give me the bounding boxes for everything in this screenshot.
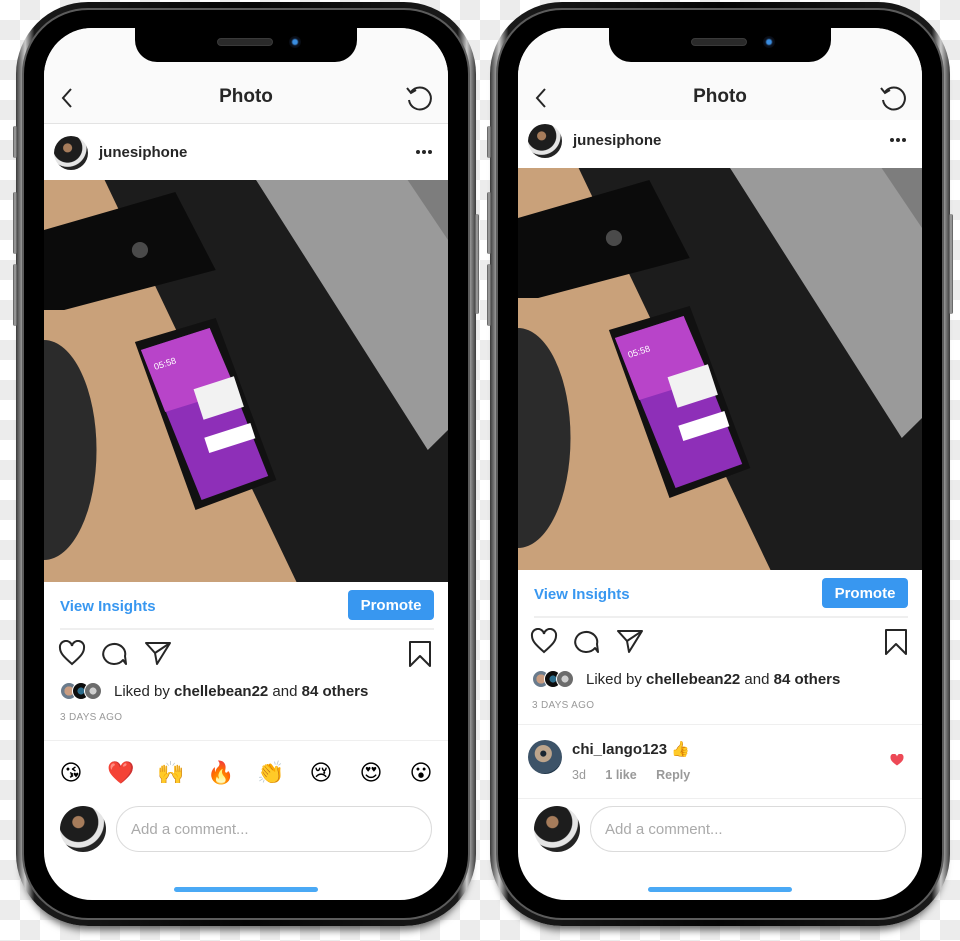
notch [135, 28, 357, 62]
commenter-username[interactable]: chi_lango123 [572, 741, 667, 758]
reaction-heart-eyes[interactable]: 😍 [354, 761, 388, 786]
speaker-grille [217, 38, 273, 46]
likes-row: Liked by chellebean22 and 84 others [532, 670, 912, 692]
photo-illustration: 05:58 [518, 168, 922, 570]
likes-prefix: Liked by [114, 683, 175, 700]
reaction-clap[interactable]: 👏 [254, 761, 288, 786]
share-icon[interactable] [616, 628, 644, 654]
speaker-grille [691, 38, 747, 46]
comment-icon[interactable] [573, 628, 601, 654]
bookmark-icon[interactable] [884, 628, 908, 656]
post-photo[interactable]: 05:58 [518, 168, 922, 570]
reaction-kiss[interactable]: 😘 [54, 761, 88, 786]
side-button [475, 214, 479, 314]
author-username[interactable]: junesiphone [99, 144, 187, 161]
likes-prefix: Liked by [586, 671, 647, 688]
home-indicator[interactable] [174, 887, 318, 892]
view-insights-link[interactable]: View Insights [534, 586, 630, 603]
comment-age: 3d [572, 768, 586, 782]
liker-username[interactable]: chellebean22 [646, 671, 740, 688]
comment-header: chi_lango123 👍 [572, 740, 690, 758]
post-photo[interactable]: 05:58 [44, 180, 448, 582]
volume-up-button [13, 192, 17, 254]
add-comment-row [518, 804, 922, 854]
promote-button[interactable]: Promote [822, 578, 908, 608]
divider [60, 628, 434, 630]
likes-summary[interactable]: Liked by chellebean22 and 84 others [586, 671, 840, 688]
volume-up-button [487, 192, 491, 254]
notch [609, 28, 831, 62]
comment-input[interactable] [590, 806, 906, 852]
promote-button[interactable]: Promote [348, 590, 434, 620]
insights-bar: View Insights Promote [518, 570, 922, 616]
reaction-cry[interactable]: 😢 [304, 761, 338, 786]
post-header: junesiphone [518, 120, 922, 168]
reaction-fire[interactable]: 🔥 [204, 761, 238, 786]
author-avatar[interactable] [528, 124, 562, 158]
heart-icon[interactable] [58, 640, 86, 666]
liker-avatar [556, 670, 574, 688]
divider [44, 740, 448, 741]
insights-bar: View Insights Promote [44, 582, 448, 628]
page-title: Photo [693, 86, 747, 107]
more-horizontal-icon[interactable] [414, 144, 434, 160]
reaction-raised-hands[interactable]: 🙌 [154, 761, 188, 786]
likes-count[interactable]: 84 others [302, 683, 369, 700]
front-camera [763, 36, 775, 48]
likes-summary[interactable]: Liked by chellebean22 and 84 others [114, 683, 368, 700]
refresh-icon[interactable] [878, 84, 908, 112]
thumbs-up-emoji: 👍 [671, 740, 690, 758]
author-username[interactable]: junesiphone [573, 132, 661, 149]
author-avatar[interactable] [54, 136, 88, 170]
comment-input[interactable] [116, 806, 432, 852]
mute-switch [13, 126, 17, 158]
volume-down-button [13, 264, 17, 326]
post-timestamp: 3 DAYS AGO [532, 700, 595, 711]
reply-button[interactable]: Reply [656, 768, 690, 782]
commenter-avatar[interactable] [528, 740, 562, 774]
action-bar [44, 640, 448, 680]
comment-like-count[interactable]: 1 like [605, 768, 636, 782]
likes-and: and [268, 683, 302, 700]
divider [518, 724, 922, 725]
post-header: junesiphone [44, 124, 448, 180]
comment-icon[interactable] [101, 640, 129, 666]
quick-reactions: 😘 ❤️ 🙌 🔥 👏 😢 😍 😮 [54, 756, 438, 790]
volume-down-button [487, 264, 491, 326]
likes-and: and [740, 671, 774, 688]
front-camera [289, 36, 301, 48]
reaction-surprised[interactable]: 😮 [404, 761, 438, 786]
side-button [949, 214, 953, 314]
share-icon[interactable] [144, 640, 172, 666]
liker-avatar [84, 682, 102, 700]
page-title: Photo [219, 86, 273, 107]
screen: Photo junesiphone 05:58 View Insights Pr… [518, 28, 922, 900]
likes-row: Liked by chellebean22 and 84 others [60, 682, 438, 704]
heart-filled-icon[interactable] [890, 754, 904, 766]
phone-frame-left: Photo junesiphone 05:58 View Insights Pr… [13, 2, 479, 926]
phone-frame-right: Photo junesiphone 05:58 View Insights Pr… [487, 2, 953, 926]
current-user-avatar [60, 806, 106, 852]
view-insights-link[interactable]: View Insights [60, 598, 156, 615]
refresh-icon[interactable] [404, 84, 434, 112]
comment-meta: 3d 1 like Reply [572, 768, 706, 782]
comment: chi_lango123 👍 3d 1 like Reply [518, 734, 922, 794]
bookmark-icon[interactable] [408, 640, 432, 668]
divider [518, 798, 922, 799]
reaction-heart[interactable]: ❤️ [104, 761, 138, 786]
divider [534, 616, 908, 618]
screen: Photo junesiphone 05:58 View Insights Pr… [44, 28, 448, 900]
mute-switch [487, 126, 491, 158]
current-user-avatar [534, 806, 580, 852]
likes-count[interactable]: 84 others [774, 671, 841, 688]
photo-illustration: 05:58 [44, 180, 448, 582]
action-bar [518, 628, 922, 668]
heart-icon[interactable] [530, 628, 558, 654]
more-horizontal-icon[interactable] [888, 132, 908, 148]
home-indicator[interactable] [648, 887, 792, 892]
post-timestamp: 3 DAYS AGO [60, 712, 123, 723]
add-comment-row [44, 804, 448, 854]
liker-username[interactable]: chellebean22 [174, 683, 268, 700]
